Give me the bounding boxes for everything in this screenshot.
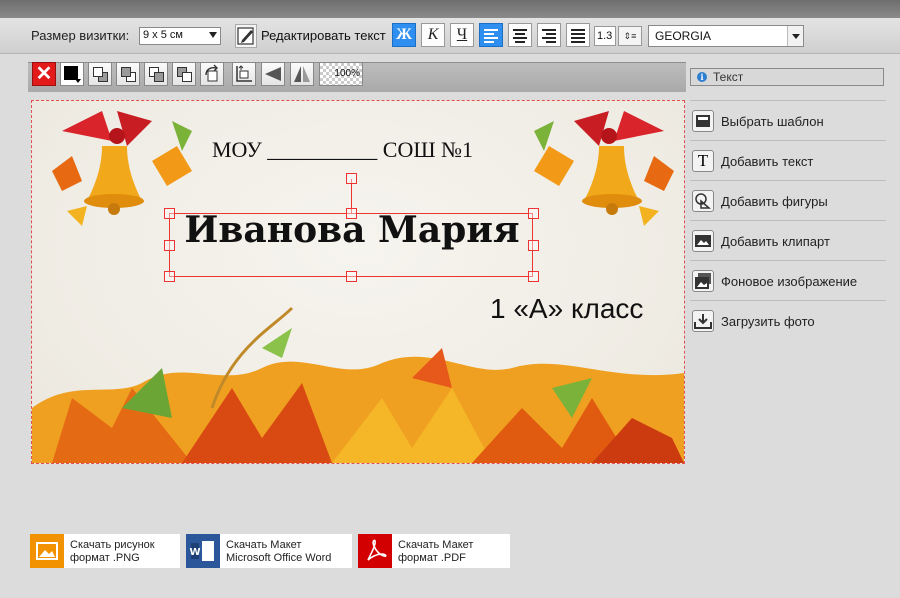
- delete-object-button[interactable]: ✕: [32, 62, 56, 86]
- shapes-icon: [692, 190, 714, 212]
- pdf-icon: [358, 534, 392, 568]
- opacity-button[interactable]: 100%: [319, 62, 363, 86]
- sidebar-panel-header: i Текст: [690, 68, 884, 86]
- clipart-icon: [692, 230, 714, 252]
- sidebar-item-label: Добавить клипарт: [721, 234, 830, 249]
- upload-photo-icon: [692, 310, 714, 332]
- sidebar-item-background-image[interactable]: Фоновое изображение: [690, 260, 886, 300]
- edit-text-label: Редактировать текст: [261, 28, 386, 43]
- sidebar-item-upload-photo[interactable]: Загрузить фото: [690, 300, 886, 340]
- text-icon: T: [692, 150, 714, 172]
- sidebar-panel-title: Текст: [713, 70, 744, 84]
- line-spacing-icon: ⇕≡: [623, 31, 637, 41]
- selection-box: [169, 213, 533, 277]
- send-backward-button[interactable]: [144, 62, 168, 86]
- download-word-line1: Скачать Макет: [226, 539, 302, 551]
- sidebar-item-label: Фоновое изображение: [721, 274, 858, 289]
- italic-button[interactable]: К: [421, 23, 445, 47]
- word-icon: W: [186, 534, 220, 568]
- text-format-toolbar: Размер визитки: 9 x 5 см Редактировать т…: [0, 18, 900, 54]
- chevron-down-icon: [209, 32, 217, 38]
- download-pdf-line2: формат .PDF: [398, 552, 466, 564]
- rotation-handle[interactable]: [346, 173, 357, 184]
- resize-handle-w[interactable]: [164, 240, 175, 251]
- download-word-line2: Microsoft Office Word: [226, 552, 332, 564]
- sidebar-item-label: Загрузить фото: [721, 314, 815, 329]
- card-size-label: Размер визитки:: [31, 28, 130, 43]
- school-text[interactable]: МОУ __________ СОШ №1: [212, 137, 473, 163]
- png-image-icon: [30, 534, 64, 568]
- resize-handle-n[interactable]: [346, 208, 357, 219]
- bring-to-front-button[interactable]: [88, 62, 112, 86]
- resize-handle-e[interactable]: [528, 240, 539, 251]
- underline-button[interactable]: Ч: [450, 23, 474, 47]
- rotate-button[interactable]: [200, 62, 224, 86]
- send-to-back-button[interactable]: [172, 62, 196, 86]
- class-text[interactable]: 1 «А» класс: [490, 293, 643, 325]
- align-right-button[interactable]: [537, 23, 561, 47]
- bring-forward-button[interactable]: [116, 62, 140, 86]
- download-png-line2: формат .PNG: [70, 552, 140, 564]
- text-color-button[interactable]: [60, 62, 84, 86]
- resize-handle-s[interactable]: [346, 271, 357, 282]
- font-family-select[interactable]: GEORGIA: [648, 25, 804, 47]
- template-icon: [692, 110, 714, 132]
- pencil-icon: [237, 27, 254, 45]
- sidebar-item-add-text[interactable]: T Добавить текст: [690, 140, 886, 180]
- flip-horizontal-button[interactable]: [261, 62, 285, 86]
- align-corner-button[interactable]: [232, 62, 256, 86]
- top-title-bar: [0, 0, 900, 18]
- line-height-stepper[interactable]: ⇕≡: [618, 26, 642, 46]
- download-pdf-button[interactable]: Скачать Макет формат .PDF: [358, 534, 510, 568]
- download-pdf-line1: Скачать Макет: [398, 539, 474, 551]
- line-height-input[interactable]: 1.3: [594, 26, 616, 46]
- align-center-button[interactable]: [508, 23, 532, 47]
- sidebar-item-add-clipart[interactable]: Добавить клипарт: [690, 220, 886, 260]
- svg-text:W: W: [189, 547, 200, 558]
- sidebar-item-label: Добавить фигуры: [721, 194, 828, 209]
- align-justify-button[interactable]: [566, 23, 590, 47]
- flip-vertical-button[interactable]: [290, 62, 314, 86]
- download-png-line1: Скачать рисунок: [70, 539, 155, 551]
- sidebar-item-label: Выбрать шаблон: [721, 114, 824, 129]
- resize-handle-ne[interactable]: [528, 208, 539, 219]
- sidebar-item-choose-template[interactable]: Выбрать шаблон: [690, 100, 886, 140]
- sidebar-item-add-shapes[interactable]: Добавить фигуры: [690, 180, 886, 220]
- download-png-button[interactable]: Скачать рисунок формат .PNG: [30, 534, 180, 568]
- info-icon: i: [697, 72, 707, 82]
- resize-handle-sw[interactable]: [164, 271, 175, 282]
- background-image-icon: [692, 270, 714, 292]
- flip-vertical-icon: [294, 66, 310, 82]
- align-left-button[interactable]: [479, 23, 503, 47]
- card-size-value: 9 x 5 см: [143, 29, 183, 41]
- resize-handle-se[interactable]: [528, 271, 539, 282]
- bold-button[interactable]: Ж: [392, 23, 416, 47]
- bells-decoration-right: [534, 111, 674, 226]
- card-canvas[interactable]: МОУ __________ СОШ №1 Иванова Мария 1 «А…: [31, 100, 685, 464]
- corner-align-icon: [236, 65, 252, 82]
- rotate-icon: [205, 64, 218, 82]
- font-family-value: GEORGIA: [655, 29, 712, 43]
- edit-text-button[interactable]: [235, 24, 257, 48]
- resize-handle-nw[interactable]: [164, 208, 175, 219]
- download-word-button[interactable]: W Скачать Макет Microsoft Office Word: [186, 534, 352, 568]
- card-size-select[interactable]: 9 x 5 см: [139, 27, 221, 45]
- chevron-down-icon: [787, 26, 803, 46]
- flip-horizontal-icon: [265, 67, 281, 81]
- sidebar-item-label: Добавить текст: [721, 154, 814, 169]
